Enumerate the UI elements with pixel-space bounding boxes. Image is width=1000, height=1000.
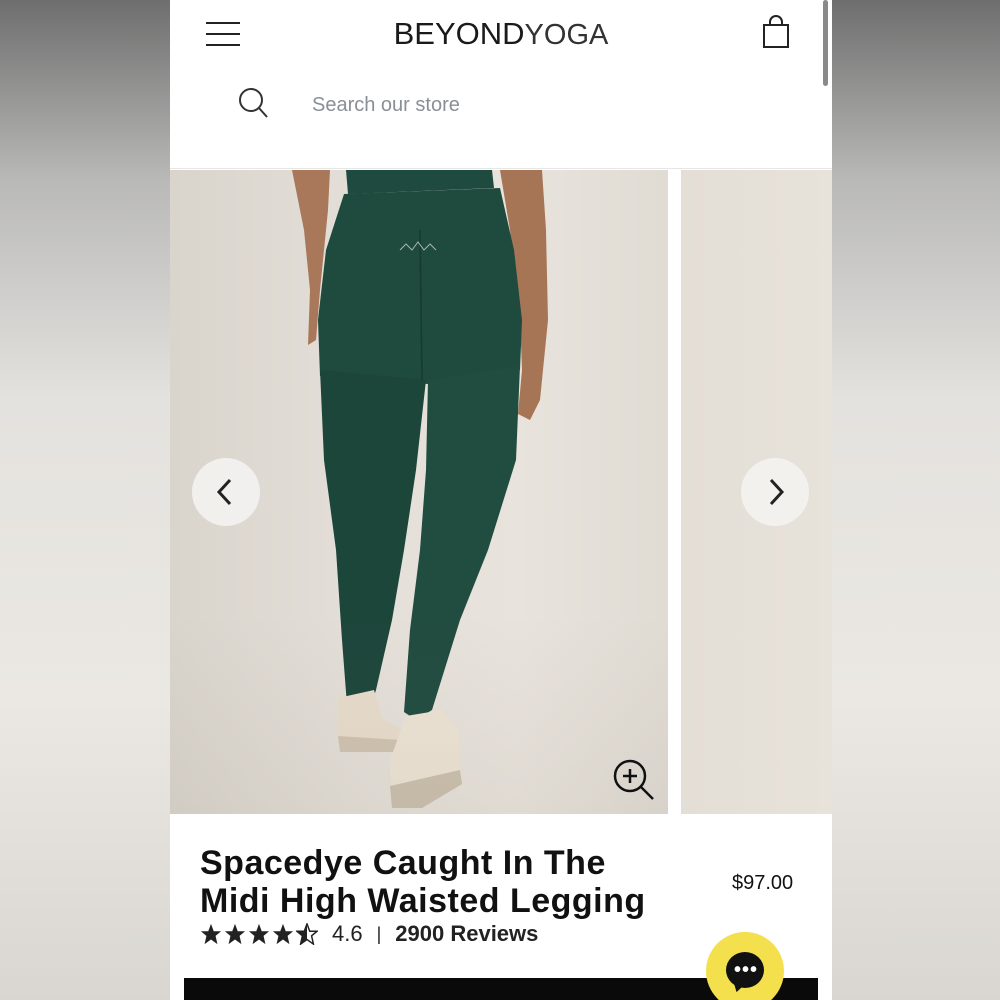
background-blur-right bbox=[832, 0, 1000, 1000]
chat-bubble-shape: ••• bbox=[726, 952, 764, 988]
product-info: Spacedye Caught In The Midi High Waisted… bbox=[170, 814, 832, 1000]
search-bar[interactable] bbox=[238, 84, 778, 124]
background-blur-left bbox=[0, 0, 170, 1000]
search-input[interactable] bbox=[310, 88, 734, 122]
product-price: $97.00 bbox=[732, 872, 794, 894]
zoom-in-icon[interactable] bbox=[612, 758, 656, 802]
product-title-line-2: Midi High Waisted Legging bbox=[200, 882, 646, 920]
rating-separator: | bbox=[376, 923, 382, 944]
product-image[interactable] bbox=[170, 170, 668, 814]
product-image-gallery[interactable] bbox=[170, 170, 832, 814]
star-full-icon bbox=[248, 923, 270, 945]
product-title-line-1: Spacedye Caught In The bbox=[200, 844, 606, 882]
logo-text-light: YOGA bbox=[524, 19, 609, 51]
logo-text-bold: BEYOND bbox=[393, 16, 525, 51]
site-header: BEYONDYOGA bbox=[170, 0, 832, 169]
chevron-right-icon[interactable] bbox=[741, 458, 809, 526]
chat-bubble-icon[interactable]: ••• bbox=[706, 932, 784, 1000]
brand-logo[interactable]: BEYONDYOGA bbox=[170, 16, 832, 52]
product-title: Spacedye Caught In The Midi High Waisted… bbox=[200, 844, 700, 920]
reviews-link[interactable]: 2900 Reviews bbox=[395, 921, 538, 947]
star-full-icon bbox=[272, 923, 294, 945]
rating-value: 4.6 bbox=[332, 921, 363, 946]
shopping-bag-icon[interactable] bbox=[760, 14, 792, 50]
floor-shadow bbox=[170, 614, 668, 814]
star-full-icon bbox=[224, 923, 246, 945]
star-half-icon bbox=[296, 923, 318, 945]
phone-screen: BEYONDYOGA Search our store Spacedye Cau… bbox=[170, 0, 832, 1000]
search-icon[interactable] bbox=[238, 86, 270, 120]
chevron-left-icon[interactable] bbox=[192, 458, 260, 526]
chat-dots: ••• bbox=[734, 959, 759, 981]
rating-row[interactable]: 4.6 | 2900 Reviews bbox=[200, 920, 538, 948]
star-full-icon bbox=[200, 923, 222, 945]
star-rating bbox=[200, 923, 320, 945]
